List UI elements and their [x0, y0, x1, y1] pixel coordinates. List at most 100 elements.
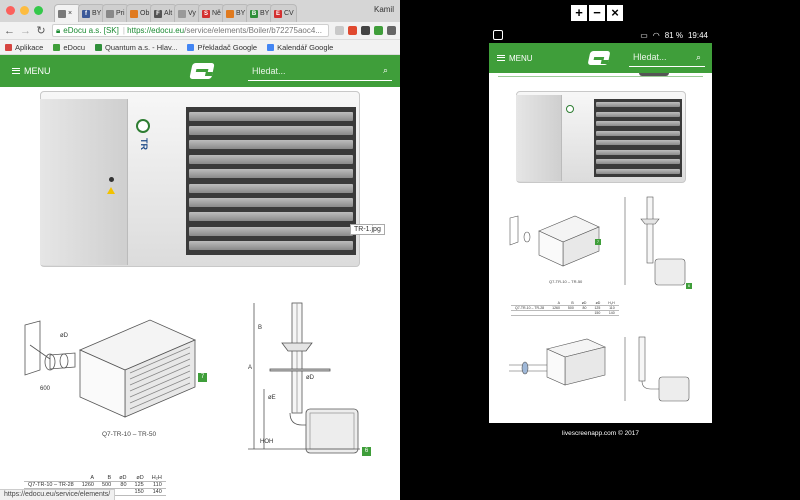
bookmark-label: Překladač Google [197, 42, 258, 52]
clock: 19:44 [687, 30, 708, 40]
technical-drawing-vertical-flue[interactable]: B A øD øE HOH [240, 299, 380, 459]
browser-tab[interactable]: F Alt [150, 4, 177, 22]
phone-louvers [594, 99, 682, 177]
phone-spec-table: A BøD øD H₂H Q7-TR-10 – TR-28 1260 500 80 125 110… [511, 301, 619, 316]
warning-icon [107, 187, 115, 194]
phone-heater-image[interactable] [516, 91, 686, 186]
edocu-logo-icon[interactable] [189, 63, 215, 79]
address-toolbar: ← → ↻ 🔒︎ eDocu a.s. [SK] | https://edocu… [0, 22, 400, 40]
quantum-logo-icon [136, 119, 150, 133]
menu-label: MENU [24, 66, 51, 76]
dim-label-od: øD [306, 375, 315, 381]
site-header: MENU ⌕ [0, 55, 400, 87]
reload-icon[interactable]: ↻ [36, 24, 46, 37]
desktop-browser-window: × f BY Pri Ob F Alt Vy S Ně BY B BY E CV Kamil ← → ↻ 🔒… [0, 0, 400, 500]
bookmark-item[interactable]: Kalendář Google [267, 43, 333, 52]
spec-cell [563, 310, 578, 316]
tab-favicon-icon: f [82, 9, 90, 18]
spec-cell: 80 [115, 481, 131, 489]
phone-badge-6: 6 [686, 283, 692, 289]
url-path: /service/elements/Boiler/b72275aoc4... [184, 26, 322, 35]
bookmark-icon [95, 43, 103, 51]
phone-drawing-horizontal[interactable] [507, 335, 607, 395]
browser-tabs: × f BY Pri Ob F Alt Vy S Ně BY B BY E CV [54, 4, 297, 22]
extension-icon[interactable] [374, 26, 383, 35]
dim-label-oe: øE [268, 395, 276, 401]
bookmark-item[interactable]: Překladač Google [187, 43, 257, 52]
edocu-logo-icon[interactable] [587, 51, 611, 65]
fit-screen-button[interactable]: × [607, 5, 623, 21]
phone-drawing-vertical-2[interactable] [619, 335, 699, 405]
tab-label: BY [260, 10, 270, 17]
tab-label: BY [236, 10, 246, 17]
phone-drawing-isometric[interactable] [507, 213, 602, 273]
phone-search-box: ⌕ [629, 48, 705, 67]
spec-cell: 125 [130, 481, 148, 489]
tab-bar: × f BY Pri Ob F Alt Vy S Ně BY B BY E CV Kamil [0, 0, 400, 22]
browser-tab[interactable]: × [54, 4, 81, 22]
tab-favicon-icon: S [202, 9, 210, 18]
bookmark-label: Kalendář Google [277, 42, 334, 52]
profile-name[interactable]: Kamil [374, 5, 394, 14]
tab-label: Alt [164, 10, 173, 17]
status-bar-url: https://edocu.eu/service/elements/ [0, 489, 116, 500]
mirror-controls: + − × [571, 5, 623, 21]
phone-drawing-vertical-flue[interactable] [619, 195, 699, 295]
bookmark-label: Quantum a.s. - Hlav... [105, 42, 178, 52]
extension-icon[interactable] [387, 26, 396, 35]
extension-icon[interactable] [361, 26, 370, 35]
zoom-window-button[interactable] [34, 6, 43, 15]
phone-drawing-caption: Q7-TR-10 – TR-50 [549, 279, 583, 284]
star-icon[interactable] [335, 26, 344, 35]
bookmark-item[interactable]: Aplikace [5, 43, 43, 52]
tab-favicon-icon: F [154, 9, 162, 18]
badge-6: 6 [362, 447, 371, 456]
window-controls [6, 6, 43, 15]
technical-drawing-isometric[interactable]: øD 600 [20, 315, 200, 425]
dim-label-b: B [258, 325, 262, 331]
minimize-window-button[interactable] [20, 6, 29, 15]
heater-image[interactable]: TR [40, 91, 360, 271]
bookmark-item[interactable]: Quantum a.s. - Hlav... [95, 43, 177, 52]
app-icon [493, 30, 503, 40]
phone-page-content: 7 Q7-TR-10 – TR-50 6 A BøD øD H₂H Q7-TR-10 –… [489, 73, 712, 423]
tab-label: CV [284, 10, 294, 17]
browser-tab[interactable]: Ob [126, 4, 153, 22]
zoom-in-button[interactable]: + [571, 5, 587, 21]
menu-button[interactable]: MENU [12, 66, 51, 76]
spec-cell: 140 [147, 488, 166, 496]
browser-tab[interactable]: Vy [174, 4, 201, 22]
bookmarks-bar: Aplikace eDocu Quantum a.s. - Hlav... Překl… [0, 40, 400, 55]
search-icon[interactable]: ⌕ [383, 65, 388, 76]
phone-site-header: MENU ⌕ [489, 43, 712, 73]
browser-tab[interactable]: Pri [102, 4, 129, 22]
browser-tab[interactable]: B BY [246, 4, 273, 22]
browser-tab[interactable]: S Ně [198, 4, 225, 22]
back-arrow-icon[interactable]: ← [4, 25, 15, 37]
image-tooltip: TR-1.jpg [350, 224, 385, 235]
dim-label-hoh: HOH [260, 439, 273, 445]
search-input[interactable] [252, 65, 352, 76]
close-window-button[interactable] [6, 6, 15, 15]
screen: × f BY Pri Ob F Alt Vy S Ně BY B BY E CV Kamil ← → ↻ 🔒… [0, 0, 800, 500]
address-bar[interactable]: 🔒︎ eDocu a.s. [SK] | https://edocu.eu /s… [52, 24, 329, 37]
phone-menu-button[interactable]: MENU [497, 54, 533, 63]
spec-cell: 150 [130, 488, 148, 496]
browser-tab[interactable]: f BY [78, 4, 105, 22]
forward-arrow-icon[interactable]: → [20, 25, 31, 37]
bookmark-icon [5, 43, 12, 51]
search-icon[interactable]: ⌕ [696, 52, 701, 63]
tab-favicon-icon [130, 9, 138, 18]
extension-icon[interactable] [348, 26, 357, 35]
tab-favicon-icon: E [274, 9, 282, 18]
tab-favicon-icon [226, 9, 234, 18]
scroll-tab [639, 73, 669, 76]
bookmark-item[interactable]: eDocu [53, 43, 85, 52]
browser-tab[interactable]: BY [222, 4, 249, 22]
page-content: TR TR-1.jpg øD 600 7 Q7-TR-10 – TR-50 B … [0, 87, 400, 500]
divider [498, 76, 703, 77]
browser-tab[interactable]: E CV [270, 4, 297, 22]
zoom-out-button[interactable]: − [589, 5, 605, 21]
phone-search-input[interactable] [633, 52, 687, 62]
lock-icon: 🔒︎ [56, 25, 61, 35]
